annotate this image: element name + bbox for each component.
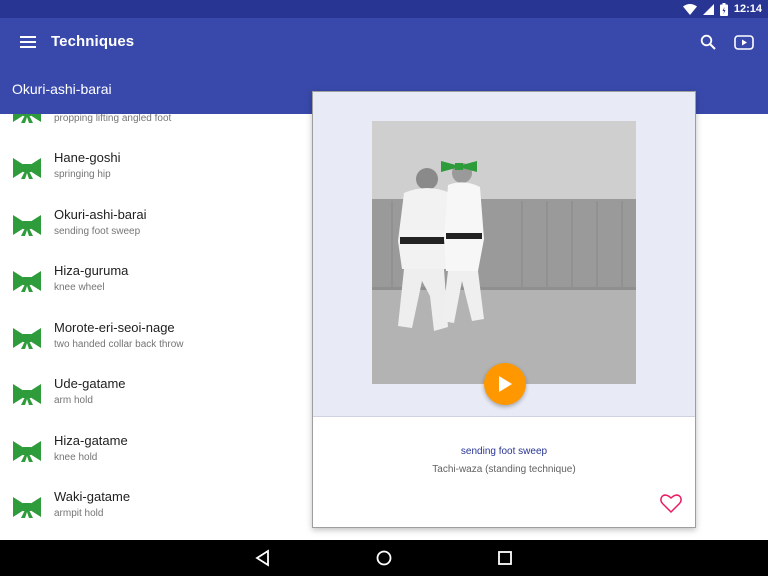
- technique-name: Okuri-ashi-barai: [54, 207, 147, 222]
- app-title: Techniques: [51, 33, 135, 50]
- play-icon[interactable]: [484, 363, 526, 405]
- technique-translation: sending foot sweep: [54, 226, 141, 237]
- judo-photo: [372, 121, 636, 384]
- green-belt-icon: [13, 328, 41, 349]
- list-item[interactable]: Okuri-ashi-barai sending foot sweep: [0, 199, 312, 255]
- signal-icon: [702, 3, 714, 15]
- list-item[interactable]: Hiza-guruma knee wheel: [0, 255, 312, 311]
- recent-apps-icon[interactable]: [495, 548, 515, 568]
- list-item[interactable]: Hiza-gatame knee hold: [0, 425, 312, 481]
- technique-translation: propping lifting angled foot: [54, 114, 172, 124]
- technique-list: propping lifting angled foot Hane-goshi …: [0, 114, 312, 540]
- status-icons: 12:14: [682, 2, 762, 16]
- technique-name: Ude-gatame: [54, 376, 126, 391]
- youtube-icon[interactable]: [731, 30, 757, 54]
- list-item[interactable]: Morote-eri-seoi-nage two handed collar b…: [0, 312, 312, 368]
- green-belt-icon: [13, 384, 41, 405]
- green-belt-icon: [13, 114, 41, 123]
- search-icon[interactable]: [696, 30, 720, 54]
- green-belt-icon: [13, 271, 41, 292]
- heart-outline-icon[interactable]: [659, 491, 683, 515]
- list-item[interactable]: Hane-goshi springing hip: [0, 142, 312, 198]
- technique-name: Hiza-gatame: [54, 433, 128, 448]
- list-item[interactable]: Waki-gatame armpit hold: [0, 481, 312, 537]
- technique-translation: two handed collar back throw: [54, 339, 184, 350]
- green-belt-icon: [441, 161, 477, 172]
- card-media: [313, 92, 695, 417]
- technique-name: Waki-gatame: [54, 489, 131, 504]
- technique-name: Hiza-guruma: [54, 263, 129, 278]
- current-technique-title: Okuri-ashi-barai: [12, 81, 112, 97]
- green-belt-icon: [13, 497, 41, 518]
- battery-icon: [719, 2, 728, 16]
- back-icon[interactable]: [253, 548, 273, 568]
- technique-translation: knee hold: [54, 452, 98, 463]
- green-belt-icon: [13, 441, 41, 462]
- technique-category-label: Tachi-waza (standing technique): [432, 464, 576, 475]
- technique-detail-card: sending foot sweep Tachi-waza (standing …: [312, 91, 696, 528]
- wifi-icon: [682, 3, 697, 15]
- status-bar: 12:14: [0, 0, 768, 18]
- list-item[interactable]: Ude-gatame arm hold: [0, 368, 312, 424]
- technique-translation: armpit hold: [54, 508, 104, 519]
- navigation-bar: [0, 540, 768, 576]
- home-icon[interactable]: [374, 548, 394, 568]
- technique-translation: springing hip: [54, 169, 111, 180]
- status-time: 12:14: [733, 3, 762, 15]
- technique-video-thumbnail[interactable]: [372, 121, 636, 384]
- technique-translation-label: sending foot sweep: [460, 446, 548, 457]
- technique-name: Hane-goshi: [54, 150, 121, 165]
- technique-name: Morote-eri-seoi-nage: [54, 320, 175, 335]
- technique-translation: knee wheel: [54, 282, 105, 293]
- green-belt-icon: [13, 158, 41, 179]
- list-item[interactable]: propping lifting angled foot: [0, 114, 312, 142]
- hamburger-menu-icon[interactable]: [14, 30, 42, 54]
- green-belt-icon: [13, 215, 41, 236]
- technique-translation: arm hold: [54, 395, 93, 406]
